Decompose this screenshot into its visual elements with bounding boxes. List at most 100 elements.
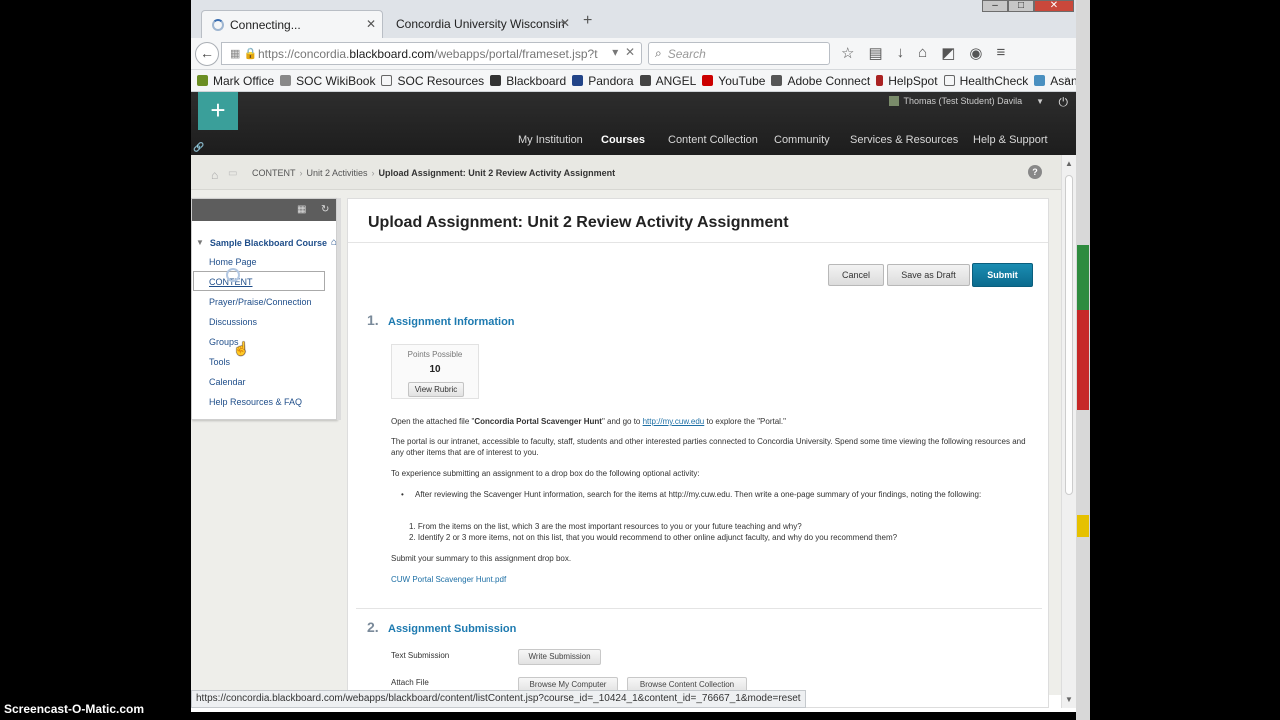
tab-label: Concordia University Wisconsin [396,17,565,31]
status-bar: https://concordia.blackboard.com/webapps… [191,690,806,708]
tab-help-support[interactable]: Help & Support [973,134,1048,146]
menu-toggle-icon[interactable]: ▭ [228,168,237,179]
cancel-button[interactable]: Cancel [828,264,884,286]
menu-item-help-resources[interactable]: Help Resources & FAQ [209,397,302,407]
logout-icon[interactable]: ⏻ [1059,95,1069,110]
main-content: Upload Assignment: Unit 2 Review Activit… [347,198,1049,708]
view-rubric-button[interactable]: View Rubric [408,382,464,397]
portal-link[interactable]: http://my.cuw.edu [643,417,705,426]
course-title[interactable]: ▼ Sample Blackboard Course ⌂ [196,237,337,248]
collapse-triangle-icon: ▼ [196,238,204,247]
bookmark-icon [943,75,955,86]
breadcrumb-separator-icon: › [371,168,375,178]
divider [356,608,1042,609]
reading-list-icon[interactable]: ▤ [868,44,882,62]
site-identity-icon[interactable]: ▦ 🔒 [230,47,257,60]
navigation-bar: ← ▦ 🔒 https://concordia.blackboard.com/w… [191,38,1076,70]
scrollbar-thumb[interactable] [1065,175,1073,495]
course-menu-divider[interactable] [337,198,341,420]
bookmark-item[interactable]: SOC Resources [381,74,484,88]
downloads-icon[interactable]: ↓ [897,44,905,62]
home-icon[interactable]: ⌂ [211,168,218,182]
blackboard-logo[interactable]: + [198,92,238,130]
instructions-paragraph: To experience submitting an assignment t… [391,469,700,478]
url-text: https://concordia.blackboard.com/webapps… [258,46,598,61]
tab-label: Connecting... [230,17,301,32]
chevron-down-icon: ▼ [1036,96,1044,106]
url-dropdown-and-stop-icon[interactable]: ▾ ✕ [612,45,635,59]
breadcrumb-unit2[interactable]: Unit 2 Activities [307,168,368,178]
tab-bar: Connecting... ✕ Concordia University Wis… [191,0,1076,38]
url-bar[interactable]: ▦ 🔒 https://concordia.blackboard.com/web… [221,42,642,65]
close-tab-icon[interactable]: ✕ [560,16,570,30]
user-avatar-icon [888,96,899,106]
tab-courses[interactable]: Courses [601,134,646,162]
bookmark-item[interactable]: Mark Office [197,74,274,88]
window-close-button[interactable]: ✕ [1034,0,1074,12]
menu-item-home-page[interactable]: Home Page [209,257,257,267]
bookmark-item[interactable]: HelpSpot [876,74,938,88]
maximize-button[interactable]: □ [1008,0,1034,12]
section-number: 2. [367,619,379,635]
menu-item-prayer[interactable]: Prayer/Praise/Connection [209,297,312,307]
search-input[interactable]: ⌕ Search [648,42,830,65]
bookmark-icon [771,75,783,86]
course-menu: ▦ ↻ ▼ Sample Blackboard Course ⌂ Home Pa… [191,198,337,420]
save-draft-button[interactable]: Save as Draft [887,264,970,286]
instructions-paragraph: Submit your summary to this assignment d… [391,554,572,563]
tab-concordia[interactable]: Concordia University Wisconsin ✕ [386,10,576,38]
toolbar-icons: ☆ ▤ ↓ ⌂ ◩ ◉ ≡ [841,44,1005,62]
scroll-down-icon[interactable]: ▼ [1065,695,1073,704]
bookmark-item[interactable]: Pandora [572,74,634,88]
bookmark-item[interactable]: YouTube [702,74,765,88]
menu-icon[interactable]: ≡ [996,44,1005,62]
close-tab-icon[interactable]: ✕ [366,17,376,31]
user-menu[interactable]: Thomas (Test Student) Davila ▼ [888,96,1044,106]
bookmark-icon [197,75,208,86]
help-icon[interactable]: ? [1028,165,1042,179]
minimize-button[interactable]: – [982,0,1008,12]
chat-icon[interactable]: ◉ [969,44,982,62]
menu-item-calendar[interactable]: Calendar [209,377,246,387]
points-label: Points Possible [407,350,463,359]
course-menu-toolbar: ▦ ↻ [192,199,336,221]
tab-content-collection[interactable]: Content Collection [668,134,758,146]
bookmarks-overflow-icon[interactable]: » [1064,74,1070,85]
background-window-edge [1076,0,1090,720]
bookmark-item[interactable]: ANGEL [639,74,696,88]
bookmark-star-icon[interactable]: ☆ [841,44,854,62]
new-tab-button[interactable]: + [583,12,592,30]
bookmark-icon [490,75,502,86]
home-icon[interactable]: ⌂ [918,44,927,62]
attachment-link[interactable]: CUW Portal Scavenger Hunt.pdf [391,574,506,585]
numbered-item: 2. Identify 2 or 3 more items, not on th… [409,533,898,542]
write-submission-button[interactable]: Write Submission [518,649,601,665]
tab-community[interactable]: Community [774,134,830,146]
bookmark-icon [1034,75,1046,86]
back-button[interactable]: ← [195,42,219,66]
tab-my-institution[interactable]: My Institution [518,134,583,146]
breadcrumb: ⌂ ▭ CONTENT › Unit 2 Activities › Upload… [191,155,1061,190]
section-title: Assignment Submission [388,623,517,635]
screen: Connecting... ✕ Concordia University Wis… [0,0,1280,720]
page-scrollbar[interactable]: ▲ ▼ [1061,155,1076,708]
refresh-icon[interactable]: ↻ [321,204,329,215]
folder-view-icon[interactable]: ▦ [297,204,306,215]
tab-services-resources[interactable]: Services & Resources [850,134,958,146]
hand-cursor-icon: ☝ [233,341,250,356]
scroll-up-icon[interactable]: ▲ [1065,159,1073,168]
menu-item-tools[interactable]: Tools [209,357,230,367]
tab-connecting[interactable]: Connecting... ✕ [201,10,383,38]
submit-button[interactable]: Submit [972,263,1033,287]
breadcrumb-content[interactable]: CONTENT [252,168,296,178]
bookmark-item[interactable]: HealthCheck [943,74,1028,88]
bookmark-item[interactable]: Adobe Connect [771,74,870,88]
divider [348,242,1048,243]
bookmark-item[interactable]: Blackboard [490,74,566,88]
addon-icon[interactable]: ◩ [941,44,955,62]
section-title: Assignment Information [388,316,515,328]
menu-item-discussions[interactable]: Discussions [209,317,257,327]
attach-file-label: Attach File [391,678,429,687]
bookmark-item[interactable]: SOC WikiBook [280,74,375,88]
watermark: Screencast-O-Matic.com [4,702,145,716]
